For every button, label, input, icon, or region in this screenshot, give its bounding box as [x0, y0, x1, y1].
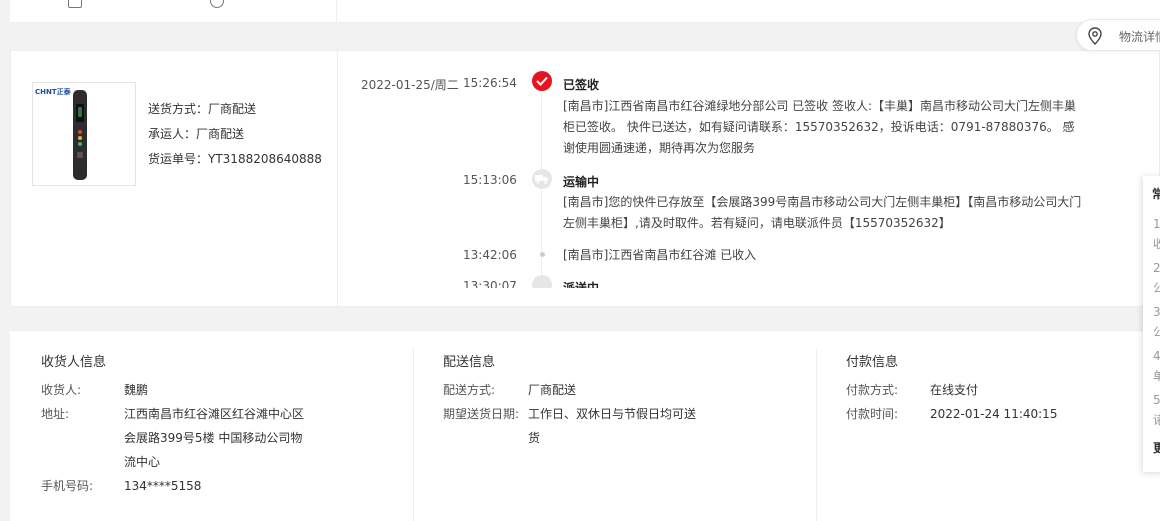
payment-info: 付款信息 付款方式: 在线支付 付款时间: 2022-01-24 11:40:1…	[846, 351, 1146, 426]
logistics-detail-button[interactable]: 物流详情	[1076, 19, 1160, 51]
divider	[413, 349, 414, 521]
faq-item[interactable]: 单	[1153, 367, 1160, 384]
event-status: 运输中	[563, 175, 600, 189]
divider	[816, 349, 817, 521]
tracking-row: 货运单号：YT3188208640888	[148, 147, 322, 172]
delivery-method-label: 配送方式:	[443, 383, 496, 397]
tracking-number: YT3188208640888	[208, 152, 322, 166]
receiver-phone: 134****5158	[124, 479, 202, 493]
event-time: 15:13:06	[463, 173, 517, 187]
delivery-date-label: 期望送货日期:	[443, 407, 520, 421]
previous-section-strip	[10, 0, 1160, 23]
receiver-info: 收货人信息 收货人: 魏鹏 地址: 江西南昌市红谷滩区红谷滩中心区会展路399号…	[41, 351, 401, 498]
event-description: [南昌市]江西省南昌市红谷滩 已收入	[563, 248, 757, 262]
event-status: 已签收	[563, 78, 600, 92]
timeline-date: 2022-01-25/周二	[361, 78, 459, 92]
payment-method: 在线支付	[930, 383, 979, 397]
delivery-info: 配送信息 配送方式: 厂商配送 期望送货日期: 工作日、双休日与节假日均可送货	[443, 351, 803, 450]
location-pin-icon	[1088, 27, 1102, 45]
shipping-method-label: 送货方式：	[148, 102, 209, 116]
order-info-card: 收货人信息 收货人: 魏鹏 地址: 江西南昌市红谷滩区红谷滩中心区会展路399号…	[10, 330, 1160, 521]
payment-title: 付款信息	[846, 355, 899, 370]
phone-icon	[68, 0, 82, 8]
event-time: 13:42:06	[463, 248, 517, 262]
faq-item[interactable]: 2	[1153, 261, 1160, 275]
receiver-title: 收货人信息	[41, 355, 107, 370]
shipping-method-row: 送货方式：厂商配送	[148, 97, 322, 122]
shipping-info: 送货方式：厂商配送 承运人：厂商配送 货运单号：YT3188208640888	[148, 97, 322, 172]
faq-item[interactable]: 4	[1153, 349, 1160, 363]
carrier-row: 承运人：厂商配送	[148, 122, 322, 147]
faq-item[interactable]: 诸	[1153, 411, 1160, 428]
timeline-dot	[539, 252, 545, 257]
clock-icon	[210, 0, 224, 8]
payment-time: 2022-01-24 11:40:15	[930, 407, 1058, 421]
delivery-title: 配送信息	[443, 355, 496, 370]
delivery-method: 厂商配送	[528, 383, 577, 397]
logistics-detail-label: 物流详情	[1119, 30, 1160, 44]
more-link[interactable]: 更	[1153, 439, 1160, 456]
signed-check-icon	[532, 71, 552, 91]
delivery-date: 工作日、双休日与节假日均可送货	[528, 407, 697, 445]
receiver-name: 魏鹏	[124, 383, 149, 397]
event-description: [南昌市]江西省南昌市红谷滩绿地分部公司 已签收 签收人:【丰巢】南昌市移动公司…	[563, 99, 1077, 155]
timeline-line	[541, 93, 542, 288]
faq-item[interactable]: 3	[1153, 305, 1160, 319]
tracking-label: 货运单号：	[148, 152, 209, 166]
event-time: 13:30:07	[463, 279, 517, 288]
panel-heading: 常	[1152, 187, 1160, 201]
faq-item[interactable]: 1	[1153, 217, 1160, 231]
event-status: 派送中	[563, 281, 600, 288]
faq-item[interactable]: 公	[1153, 279, 1160, 296]
shipping-method-value: 厂商配送	[208, 102, 257, 116]
faq-item[interactable]: 5	[1153, 393, 1160, 407]
event-time: 15:26:54	[463, 76, 517, 90]
carrier-label: 承运人：	[148, 127, 197, 141]
address-label: 地址:	[41, 407, 70, 421]
phone-label: 手机号码:	[41, 479, 94, 493]
delivery-icon	[532, 275, 552, 288]
divider	[336, 0, 337, 22]
receiver-address: 江西南昌市红谷滩区红谷滩中心区会展路399号5楼 中国移动公司物流中心	[124, 407, 305, 469]
event-description: [南昌市]您的快件已存放至【会展路399号南昌市移动公司大门左侧丰巢柜】【南昌市…	[563, 195, 1082, 230]
transit-truck-icon	[532, 169, 552, 189]
carrier-value: 厂商配送	[196, 127, 245, 141]
faq-item[interactable]: 收	[1153, 235, 1160, 252]
voltage-tester-pen-image	[73, 90, 87, 180]
logistics-card: CHNT正泰 送货方式：厂商配送 承运人：厂商配送 货运单号：YT3188208…	[10, 50, 1160, 307]
faq-item[interactable]: 公	[1153, 323, 1160, 340]
receiver-name-label: 收货人:	[41, 383, 82, 397]
product-image[interactable]: CHNT正泰	[32, 82, 136, 186]
logistics-timeline: 2022-01-25/周二 15:26:54 已签收 [南昌市]江西省南昌市红谷…	[337, 65, 1097, 288]
faq-side-panel[interactable]: 常 1 收 2 公 3 公 4 单 5 诸 更	[1143, 176, 1160, 472]
payment-method-label: 付款方式:	[846, 383, 899, 397]
product-brand-logo: CHNT正泰	[35, 88, 71, 96]
payment-time-label: 付款时间:	[846, 407, 899, 421]
